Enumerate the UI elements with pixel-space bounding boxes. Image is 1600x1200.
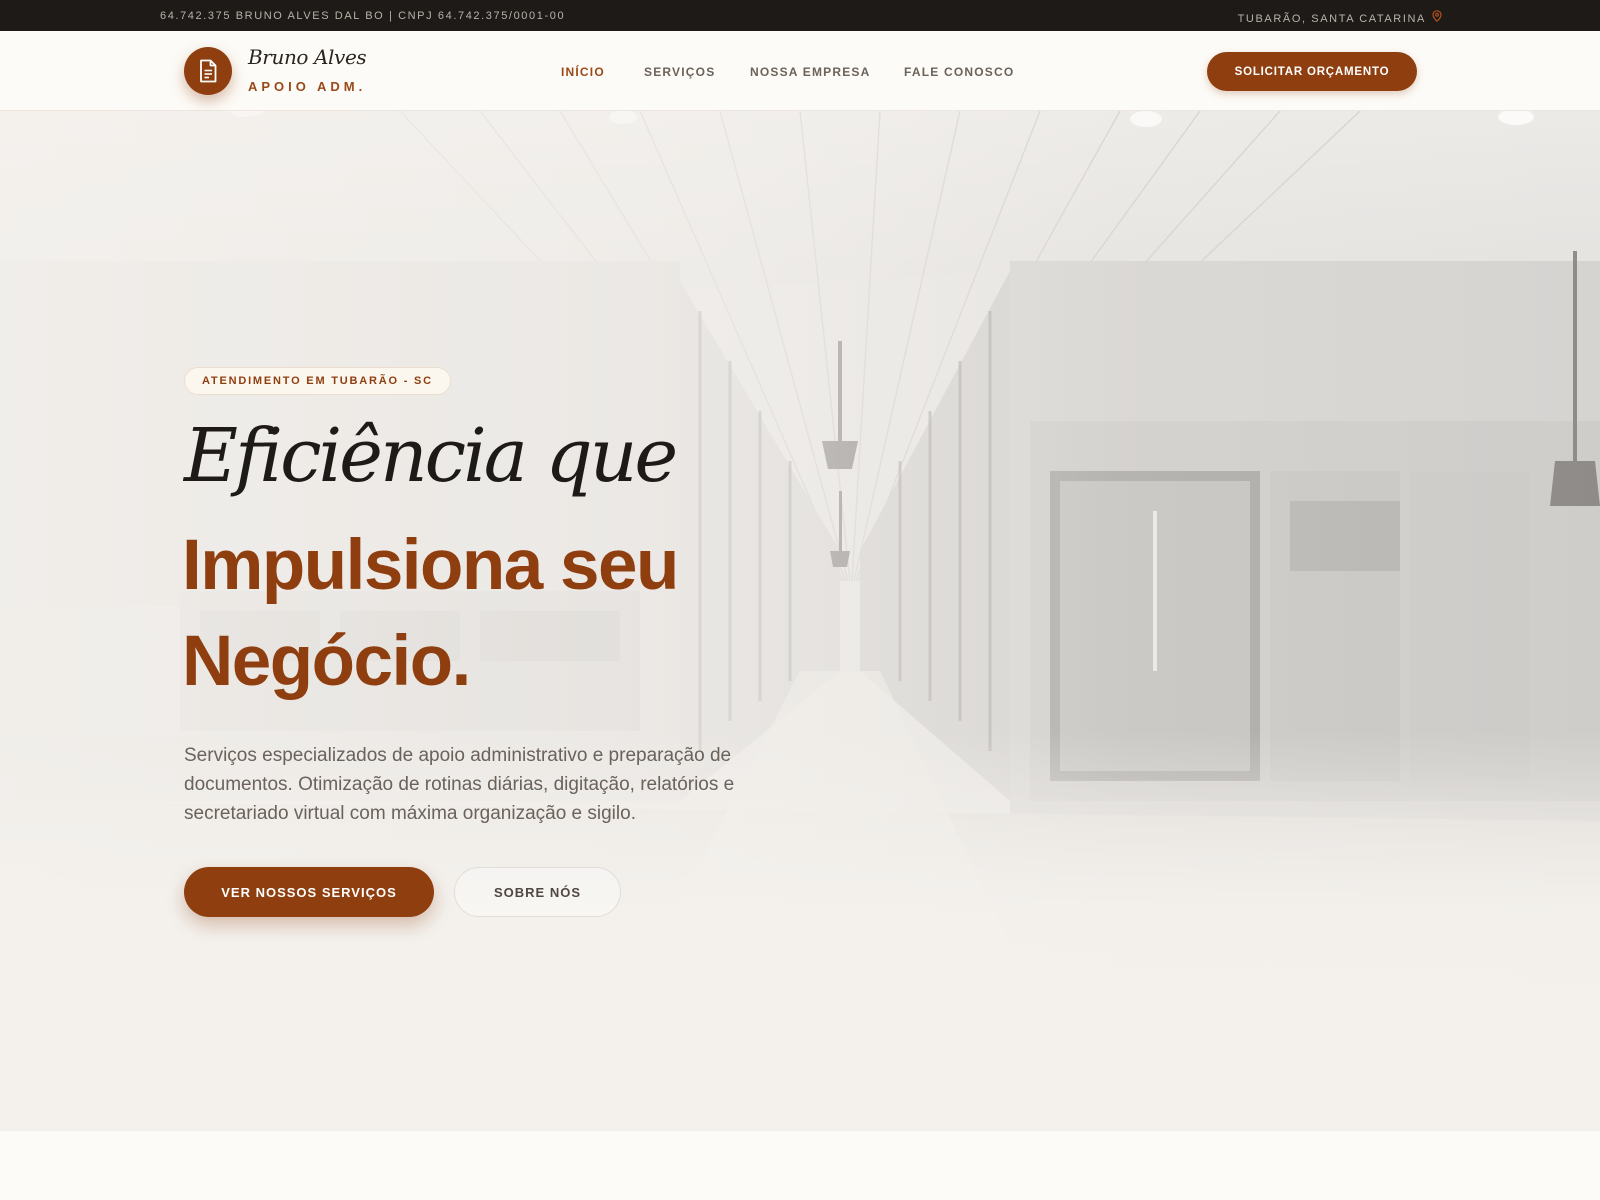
hero-title-line-2: Impulsiona seu: [182, 526, 679, 605]
document-icon: [200, 59, 217, 83]
site-header: Bruno Alves APOIO ADM. INÍCIO SERVIÇOS N…: [0, 31, 1600, 111]
location-info: TUBARÃO, SANTA CATARINA: [1238, 10, 1442, 25]
brand-name[interactable]: Bruno Alves: [248, 45, 367, 69]
about-us-button[interactable]: SOBRE NÓS: [454, 867, 621, 917]
next-section: [0, 1131, 1600, 1200]
hero-title-line-3: Negócio.: [182, 622, 471, 701]
nav-item-inicio[interactable]: INÍCIO: [561, 65, 605, 79]
nav-item-servicos[interactable]: SERVIÇOS: [644, 65, 715, 79]
hero-description: Serviços especializados de apoio adminis…: [184, 745, 735, 824]
hero-section: ATENDIMENTO EM TUBARÃO - SC Eficiência q…: [0, 111, 1600, 1131]
location-text: TUBARÃO, SANTA CATARINA: [1237, 13, 1426, 25]
hero-title-line-1: Eficiência que: [184, 413, 678, 499]
logo-badge[interactable]: [184, 47, 232, 95]
nav-item-fale-conosco[interactable]: FALE CONOSCO: [904, 65, 1014, 79]
map-pin-icon: [1432, 10, 1442, 25]
company-info: 64.742.375 BRUNO ALVES DAL BO | CNPJ 64.…: [160, 10, 566, 22]
view-services-button[interactable]: VER NOSSOS SERVIÇOS: [184, 867, 434, 917]
request-quote-button[interactable]: SOLICITAR ORÇAMENTO: [1207, 52, 1417, 91]
top-info-bar: 64.742.375 BRUNO ALVES DAL BO | CNPJ 64.…: [0, 0, 1600, 31]
location-badge: ATENDIMENTO EM TUBARÃO - SC: [184, 367, 451, 395]
brand-tagline[interactable]: APOIO ADM.: [248, 79, 366, 94]
nav-item-nossa-empresa[interactable]: NOSSA EMPRESA: [750, 65, 871, 79]
